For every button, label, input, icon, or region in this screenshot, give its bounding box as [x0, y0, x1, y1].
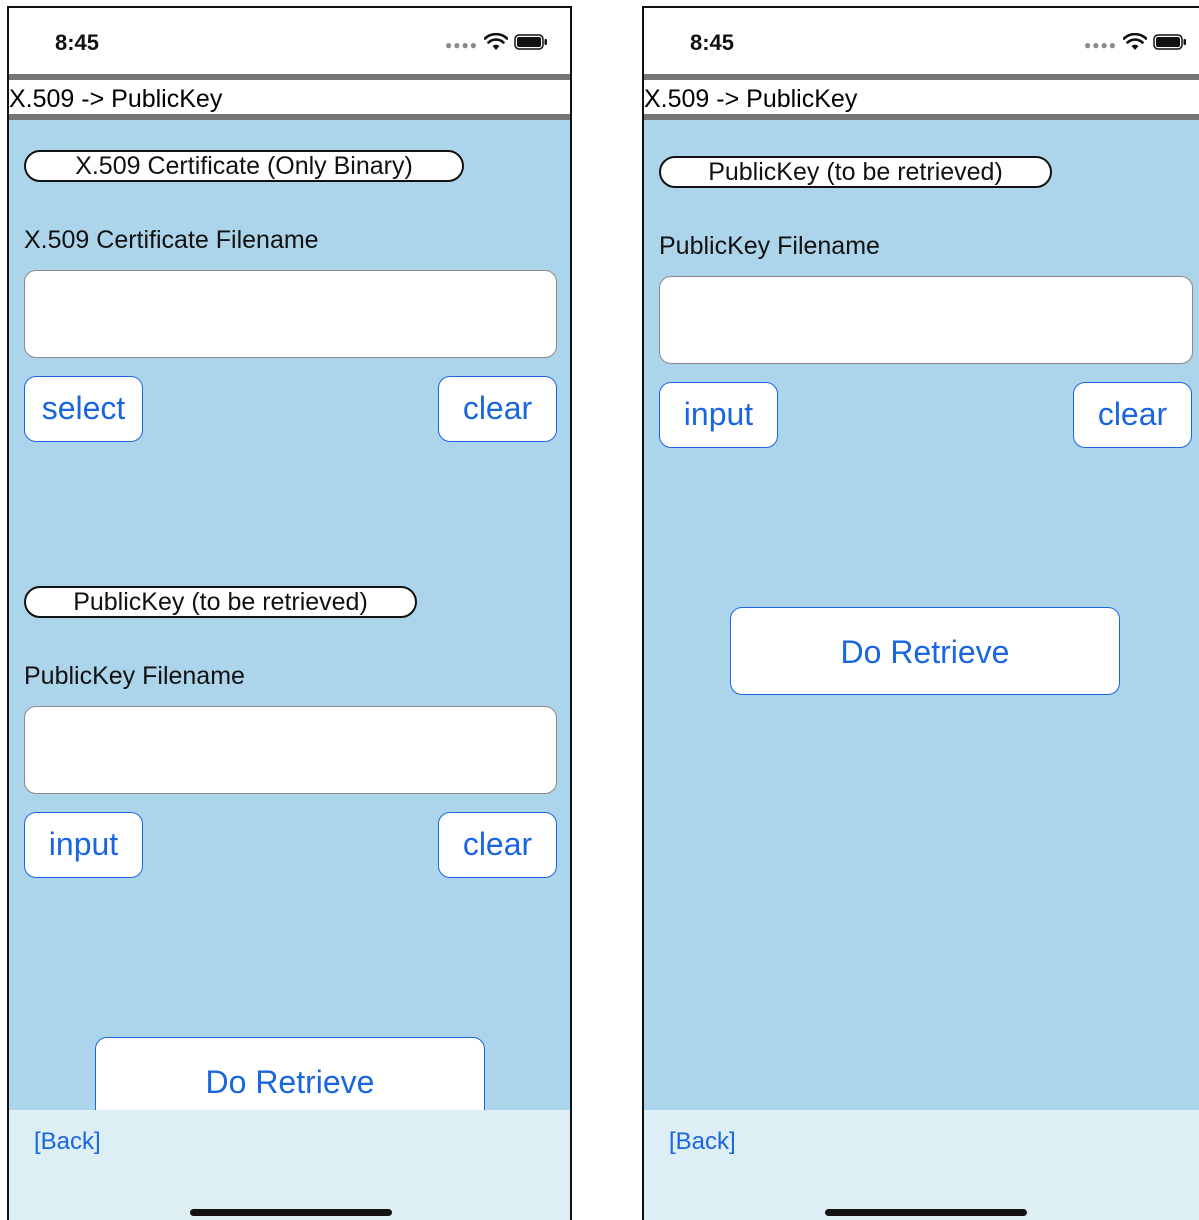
- publickey-section-pill: PublicKey (to be retrieved): [24, 586, 417, 618]
- certificate-clear-button[interactable]: clear: [438, 376, 557, 442]
- home-indicator[interactable]: [190, 1209, 392, 1216]
- publickey-clear-button[interactable]: clear: [1073, 382, 1192, 448]
- certificate-filename-field[interactable]: [24, 270, 557, 358]
- publickey-filename-label: PublicKey Filename: [24, 662, 245, 690]
- signal-icon: ●●●●: [445, 38, 478, 52]
- main-content: X.509 Certificate (Only Binary) X.509 Ce…: [9, 120, 570, 1220]
- status-icons: ●●●●: [445, 32, 548, 52]
- publickey-filename-field[interactable]: [24, 706, 557, 794]
- nav-title: X.509 -> PublicKey: [644, 85, 858, 113]
- status-time: 8:45: [690, 30, 735, 55]
- main-content: PublicKey (to be retrieved) PublicKey Fi…: [644, 120, 1199, 1220]
- status-icons: ●●●●: [1084, 32, 1187, 52]
- input-button[interactable]: input: [24, 812, 143, 878]
- status-bar: 8:45 ●●●●: [9, 8, 570, 74]
- select-button[interactable]: select: [24, 376, 143, 442]
- certificate-filename-label: X.509 Certificate Filename: [24, 226, 319, 254]
- certificate-section-pill: X.509 Certificate (Only Binary): [24, 150, 464, 182]
- bottom-toolbar: [Back]: [9, 1110, 570, 1220]
- right-screen: 8:45 ●●●● X.509 -> PublicKey PublicKey (…: [642, 6, 1199, 1220]
- wifi-icon: [1123, 33, 1147, 51]
- bottom-toolbar: [Back]: [644, 1110, 1199, 1220]
- input-button[interactable]: input: [659, 382, 778, 448]
- battery-icon: [1153, 34, 1187, 50]
- publickey-filename-label: PublicKey Filename: [659, 232, 880, 260]
- nav-title: X.509 -> PublicKey: [9, 85, 223, 113]
- nav-title-bar: X.509 -> PublicKey: [9, 74, 570, 120]
- signal-icon: ●●●●: [1084, 38, 1117, 52]
- back-link[interactable]: [Back]: [669, 1128, 736, 1156]
- left-screen: 8:45 ●●●● X.509 -> PublicKey X.509 Certi…: [7, 6, 572, 1220]
- nav-title-bar: X.509 -> PublicKey: [644, 74, 1199, 120]
- back-link[interactable]: [Back]: [34, 1128, 101, 1156]
- status-bar: 8:45 ●●●●: [644, 8, 1199, 74]
- battery-icon: [514, 34, 548, 50]
- do-retrieve-button[interactable]: Do Retrieve: [730, 607, 1120, 695]
- publickey-section-pill: PublicKey (to be retrieved): [659, 156, 1052, 188]
- publickey-clear-button[interactable]: clear: [438, 812, 557, 878]
- status-time: 8:45: [55, 30, 100, 55]
- wifi-icon: [484, 33, 508, 51]
- home-indicator[interactable]: [825, 1209, 1027, 1216]
- publickey-filename-field[interactable]: [659, 276, 1193, 364]
